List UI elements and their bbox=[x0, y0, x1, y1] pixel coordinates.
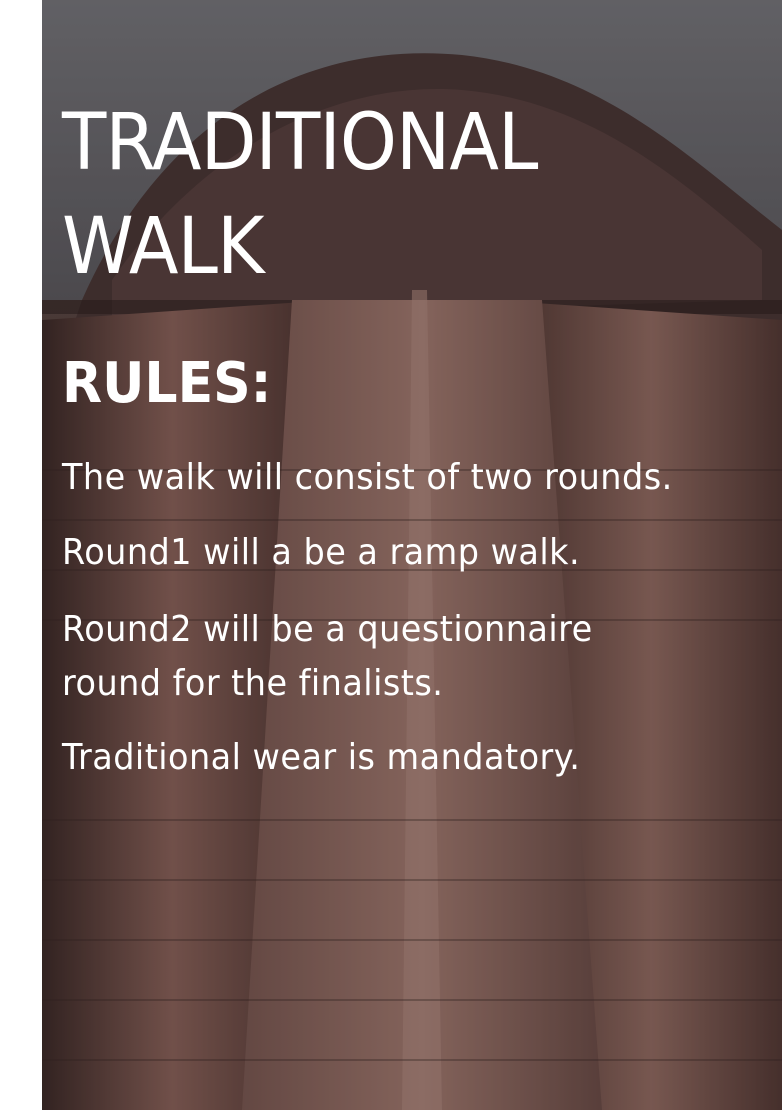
rule-item: The walk will consist of two rounds. bbox=[62, 457, 673, 498]
poster-page: TRADITIONAL WALK RULES: The walk will co… bbox=[0, 0, 782, 1110]
left-margin bbox=[0, 0, 42, 1110]
rules-heading: RULES: bbox=[62, 351, 272, 416]
rule-item: Traditional wear is mandatory. bbox=[62, 737, 581, 778]
title-line-1: TRADITIONAL bbox=[62, 98, 538, 188]
rule-item: round for the finalists. bbox=[62, 663, 444, 704]
poster: TRADITIONAL WALK RULES: The walk will co… bbox=[42, 0, 782, 1110]
rule-item: Round2 will be a questionnaire bbox=[62, 609, 593, 650]
rule-item: Round1 will a be a ramp walk. bbox=[62, 532, 581, 573]
title-line-2: WALK bbox=[62, 202, 265, 292]
